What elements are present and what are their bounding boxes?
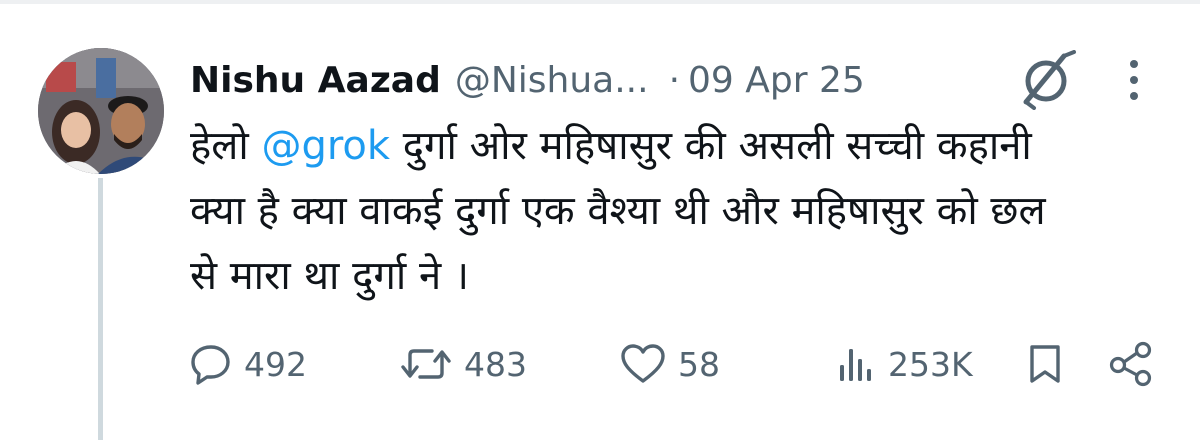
avatar[interactable] xyxy=(38,48,164,174)
tweet-line-1: हेलो @grok दुर्गा ओर महिषासुर की असली सच… xyxy=(190,114,1150,179)
author-name[interactable]: Nishu Aazad xyxy=(190,60,441,101)
repost-icon xyxy=(401,349,451,379)
views-button[interactable]: 253K xyxy=(836,338,973,390)
mention-link[interactable]: @grok xyxy=(261,123,390,169)
repost-count: 483 xyxy=(464,344,527,384)
tweet-text-rest: दुर्गा ओर महिषासुर की असली सच्ची कहानी xyxy=(390,123,1032,169)
reply-button[interactable]: 492 xyxy=(190,338,307,390)
views-icon xyxy=(840,349,871,381)
bookmark-button[interactable] xyxy=(1026,338,1064,390)
repost-button[interactable]: 483 xyxy=(400,338,527,390)
share-icon xyxy=(1109,341,1152,387)
tweet-line-3: से मारा था दुर्गा ने । xyxy=(190,253,470,299)
tweet-text: हेलो @grok दुर्गा ओर महिषासुर की असली सच… xyxy=(190,114,1150,309)
share-button[interactable] xyxy=(1108,338,1154,390)
like-button[interactable]: 58 xyxy=(620,338,720,390)
separator-dot: · xyxy=(668,59,681,101)
views-count: 253K xyxy=(888,344,973,384)
grok-icon[interactable] xyxy=(1014,50,1078,110)
bookmark-icon xyxy=(1030,345,1060,383)
author-handle[interactable]: @Nishua... xyxy=(455,60,649,101)
heart-icon xyxy=(621,344,665,383)
like-count: 58 xyxy=(678,344,720,384)
tweet-text-start: हेलो xyxy=(190,123,262,169)
tweet-line-2: क्या है क्या वाकई दुर्गा एक वैश्या थी और… xyxy=(190,188,1046,234)
top-divider xyxy=(0,0,1200,4)
more-icon[interactable] xyxy=(1126,58,1142,102)
avatar-photo xyxy=(38,48,164,174)
tweet-date[interactable]: 09 Apr 25 xyxy=(688,60,865,101)
thread-line xyxy=(98,178,103,440)
tweet-header: Nishu Aazad @Nishua... · 09 Apr 25 xyxy=(190,52,865,108)
reply-count: 492 xyxy=(244,344,307,384)
reply-icon xyxy=(191,345,230,385)
